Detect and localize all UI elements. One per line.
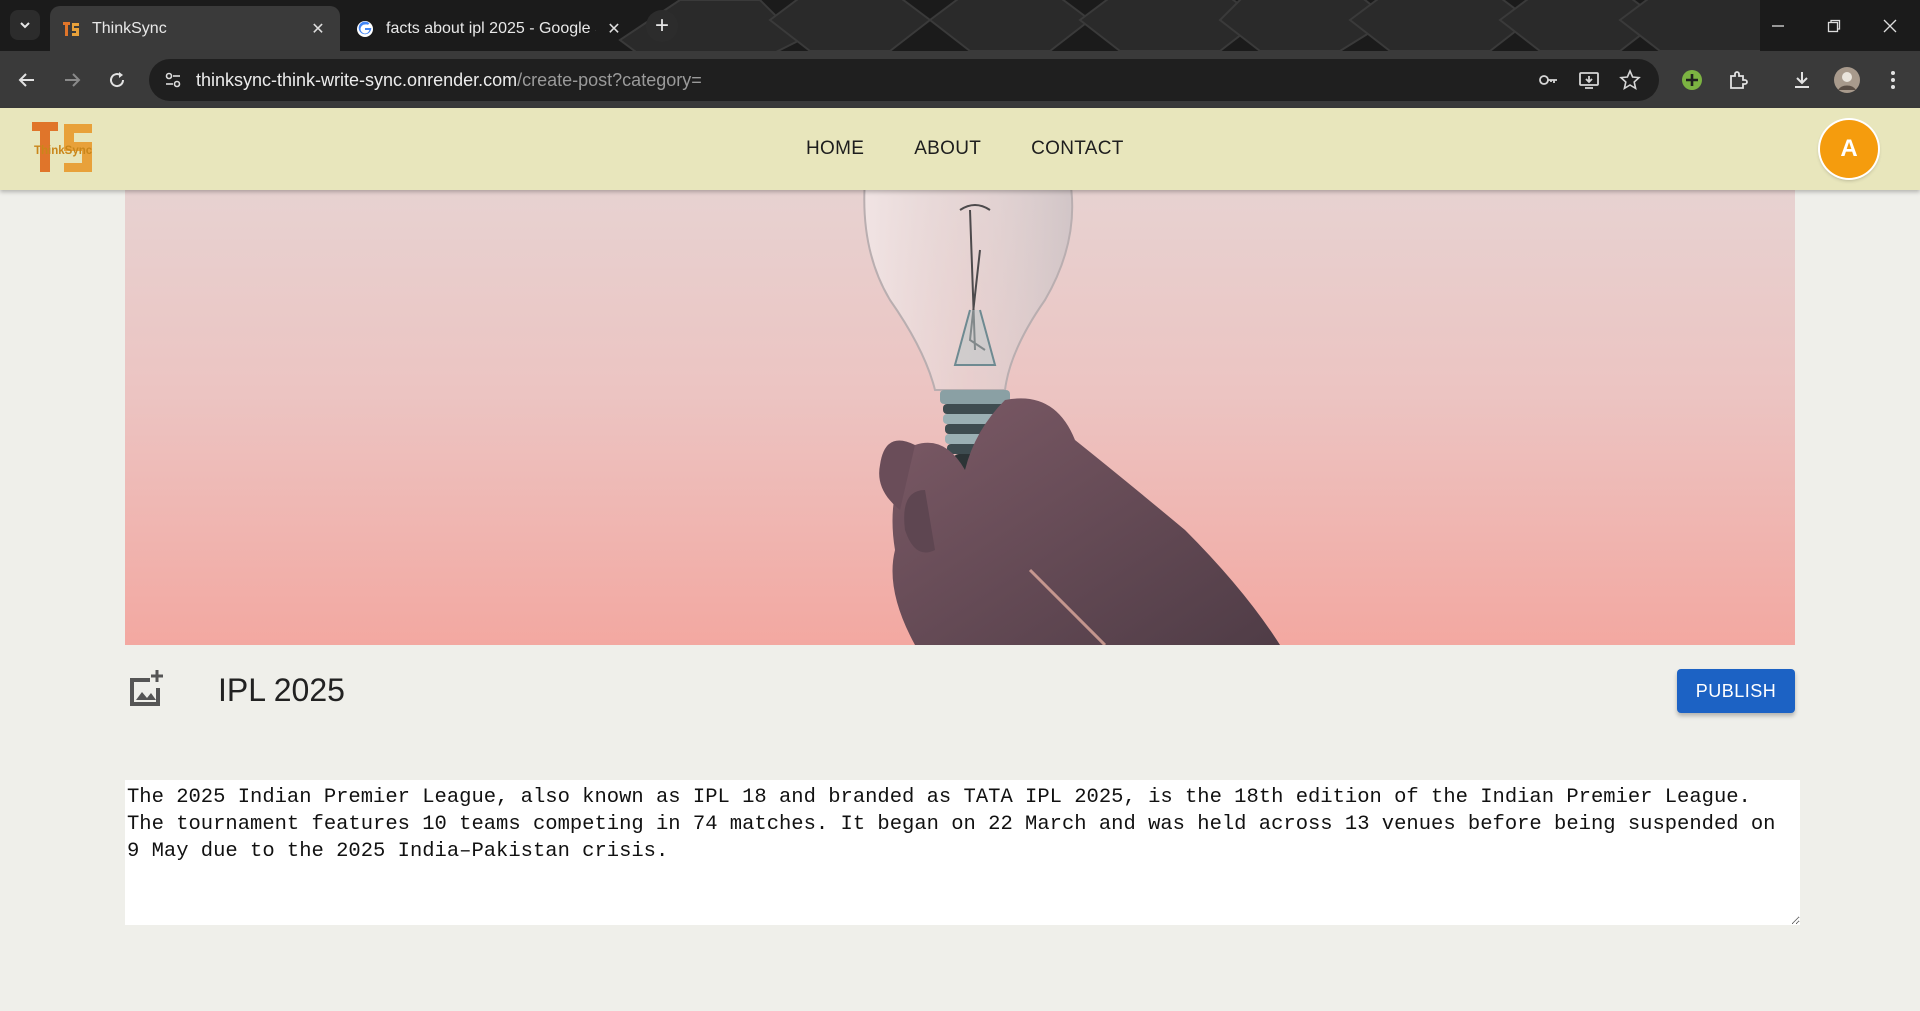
- chevron-down-icon: [20, 22, 30, 29]
- window-background-pattern: [618, 0, 1760, 51]
- reload-icon: [110, 72, 125, 88]
- thinksync-logo[interactable]: ThinkSync: [30, 120, 96, 176]
- add-photo-icon: [130, 670, 163, 706]
- nav-about[interactable]: ABOUT: [914, 138, 981, 160]
- back-button[interactable]: [12, 65, 42, 95]
- close-icon[interactable]: ✕: [604, 19, 624, 39]
- extensions-puzzle-icon[interactable]: [1723, 65, 1753, 95]
- install-app-icon[interactable]: [1577, 68, 1601, 92]
- restore-button[interactable]: [1806, 0, 1862, 51]
- close-icon: [1883, 19, 1897, 32]
- post-title-input[interactable]: [218, 668, 1418, 712]
- logo-text: ThinkSync: [34, 145, 93, 157]
- restore-icon: [1827, 19, 1841, 32]
- thinksync-favicon: [63, 21, 79, 36]
- site-info-icon[interactable]: [161, 68, 185, 92]
- tab-title: facts about ipl 2025 - Google S: [386, 19, 596, 37]
- arrow-right-icon: [65, 73, 81, 87]
- google-favicon: [357, 20, 373, 37]
- browser-toolbar: thinksync-think-write-sync.onrender.com/…: [0, 51, 1920, 108]
- cover-image: [125, 190, 1795, 645]
- browser-tab-strip: ThinkSync ✕ facts about ipl 2025 - Googl…: [0, 0, 1920, 51]
- url-path: /create-post?category=: [517, 70, 702, 90]
- user-avatar[interactable]: A: [1820, 120, 1878, 178]
- nav-home[interactable]: HOME: [806, 138, 864, 160]
- minimize-button[interactable]: [1750, 0, 1806, 51]
- forward-button[interactable]: [57, 65, 87, 95]
- close-window-button[interactable]: [1862, 0, 1918, 51]
- reload-button[interactable]: [102, 65, 132, 95]
- url-host: thinksync-think-write-sync.onrender.com: [196, 70, 518, 90]
- address-bar[interactable]: thinksync-think-write-sync.onrender.com/…: [149, 59, 1659, 101]
- bookmark-star-icon[interactable]: [1618, 68, 1642, 92]
- main-nav: HOME ABOUT CONTACT: [806, 138, 1124, 160]
- add-image-button[interactable]: [126, 668, 166, 708]
- arrow-left-icon: [18, 73, 34, 87]
- publish-button[interactable]: PUBLISH: [1677, 669, 1795, 713]
- extension-green-icon[interactable]: [1677, 65, 1707, 95]
- url-text[interactable]: thinksync-think-write-sync.onrender.com/…: [196, 70, 702, 91]
- minimize-icon: [1772, 24, 1784, 27]
- password-key-icon[interactable]: [1536, 68, 1560, 92]
- new-tab-button[interactable]: +: [646, 10, 678, 42]
- nav-contact[interactable]: CONTACT: [1031, 138, 1124, 160]
- browser-menu-icon[interactable]: [1878, 65, 1908, 95]
- downloads-icon[interactable]: [1787, 65, 1817, 95]
- tab-google-search[interactable]: facts about ipl 2025 - Google S ✕: [344, 6, 636, 51]
- tab-thinksync[interactable]: ThinkSync ✕: [50, 6, 340, 51]
- lightbulb-hand-illustration: [863, 190, 1280, 645]
- app-navbar: ThinkSync HOME ABOUT CONTACT A: [0, 108, 1920, 190]
- profile-avatar-icon[interactable]: [1832, 65, 1862, 95]
- close-icon[interactable]: ✕: [308, 19, 328, 39]
- tab-search-button[interactable]: [10, 10, 40, 40]
- post-content-textarea[interactable]: The 2025 Indian Premier League, also kno…: [125, 780, 1800, 925]
- tab-title: ThinkSync: [92, 19, 167, 37]
